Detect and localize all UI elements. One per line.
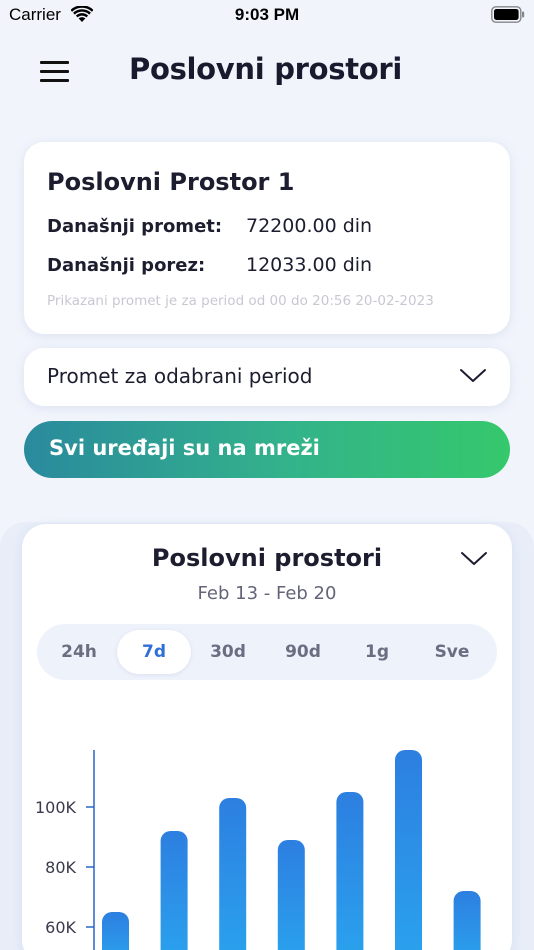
chevron-down-icon [460, 369, 486, 382]
turnover-label: Današnji promet: [47, 216, 223, 237]
devices-online-banner: Svi uređaji su na mreži [24, 421, 510, 478]
chart-bar[interactable] [395, 750, 422, 950]
page-title: Poslovni prostori [129, 52, 403, 86]
turnover-value: 72200.00 din [246, 215, 373, 237]
hamburger-menu-icon[interactable] [36, 58, 74, 86]
tax-value: 12033.00 din [246, 254, 373, 276]
chart-card: Poslovni prostori Feb 13 - Feb 20 24h 7d… [22, 524, 512, 950]
chart-bar[interactable] [336, 792, 364, 950]
y-tick-label: 80K [45, 858, 76, 877]
tax-label: Današnji porez: [47, 255, 206, 276]
status-bar: Carrier 9:03 PM [0, 0, 534, 30]
y-tick-label: 60K [45, 918, 76, 937]
chart-bar[interactable] [277, 840, 305, 950]
app-header: Poslovni prostori [0, 40, 534, 104]
period-dropdown[interactable]: Promet za odabrani period [24, 348, 510, 406]
battery-icon [491, 6, 525, 23]
period-dropdown-label: Promet za odabrani period [47, 364, 313, 388]
chart-bar[interactable] [102, 912, 129, 950]
premises-name: Poslovni Prostor 1 [47, 168, 295, 196]
period-note: Prikazani promet je za period od 00 do 2… [47, 293, 434, 309]
business-premises-card[interactable]: Poslovni Prostor 1 Današnji promet: 7220… [24, 142, 510, 334]
chart-bar[interactable] [453, 891, 481, 950]
chart-bar[interactable] [160, 831, 188, 950]
bar-chart: 100K 80K 60K [35, 750, 481, 950]
chart-bar[interactable] [219, 798, 247, 950]
y-tick-label: 100K [35, 798, 77, 817]
devices-online-text: Svi uređaji su na mreži [49, 436, 320, 460]
status-time: 9:03 PM [234, 5, 300, 24]
